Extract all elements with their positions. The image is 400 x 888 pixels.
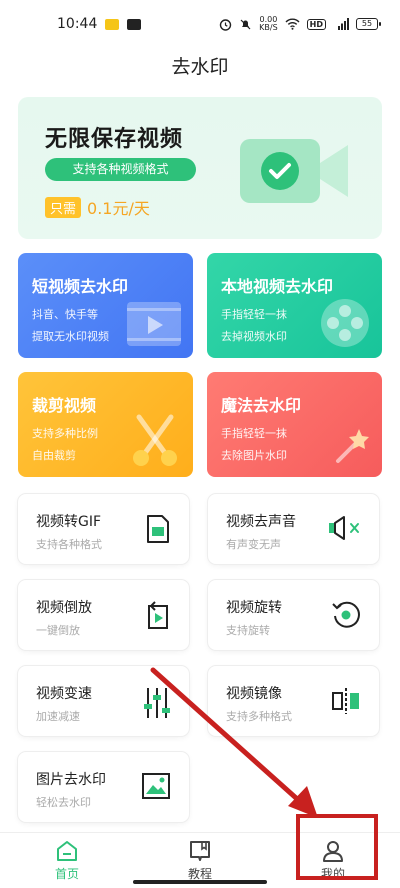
tool-reverse-video[interactable]: 视频倒放 一键倒放 [18, 580, 189, 650]
scissors-icon [133, 414, 177, 466]
speed-unit: KB/S [259, 23, 278, 32]
film-play-icon [127, 302, 181, 346]
card-title: 魔法去水印 [221, 396, 302, 415]
banner-title: 无限保存视频 [45, 127, 184, 152]
status-bar: 10:44 0.00 KB/S HD 55 [0, 0, 400, 48]
tool-subtitle: 有声变无声 [226, 538, 281, 551]
card-subtitle: 去掉视频水印 [221, 330, 287, 343]
magic-watermark-card[interactable]: 魔法去水印 手指轻轻一抹 去除图片水印 [207, 372, 382, 477]
card-subtitle: 去除图片水印 [221, 449, 287, 462]
tool-speed-video[interactable]: 视频变速 加速减速 [18, 666, 189, 736]
page-title: 去水印 [171, 56, 229, 78]
battery-icon: 55 [356, 18, 381, 30]
hd-icon: HD [306, 18, 326, 30]
notification-app-icon [105, 18, 120, 30]
tool-subtitle: 轻松去水印 [36, 796, 91, 809]
tool-title: 视频镜像 [226, 686, 282, 702]
short-video-watermark-card[interactable]: 短视频去水印 抖音、快手等 提取无水印视频 [18, 253, 193, 358]
tool-title: 视频变速 [36, 686, 92, 702]
tool-title: 视频去声音 [226, 514, 296, 530]
tiktok-notification-icon [127, 18, 142, 30]
rotate-icon [332, 601, 360, 628]
card-subtitle: 自由裁剪 [32, 449, 76, 462]
speed-icon [144, 688, 170, 718]
tool-subtitle: 支持旋转 [226, 624, 270, 637]
network-speed: 0.00 KB/S [259, 16, 278, 32]
image-icon [142, 773, 170, 799]
local-video-watermark-card[interactable]: 本地视频去水印 手指轻轻一抹 去掉视频水印 [207, 253, 382, 358]
card-subtitle: 抖音、快手等 [32, 308, 98, 321]
tool-title: 视频倒放 [36, 600, 92, 616]
home-indicator [133, 880, 267, 884]
tool-rotate-video[interactable]: 视频旋转 支持旋转 [208, 580, 379, 650]
nav-home[interactable]: 首页 [27, 839, 107, 882]
nav-tutorial[interactable]: 教程 [160, 839, 240, 882]
gif-icon [147, 515, 169, 543]
tool-title: 视频旋转 [226, 600, 282, 616]
mute-bell-icon [240, 19, 251, 29]
banner-format-pill: 支持各种视频格式 [45, 158, 196, 181]
tool-title: 图片去水印 [36, 772, 106, 788]
tool-subtitle: 支持多种格式 [226, 710, 292, 723]
price-badge: 只需 [45, 196, 82, 218]
price-text: 0.1元/天 [87, 199, 150, 218]
film-reel-icon [321, 299, 369, 347]
tool-remove-audio[interactable]: 视频去声音 有声变无声 [208, 494, 379, 564]
annotation-highlight-box [296, 814, 378, 880]
card-subtitle: 手指轻轻一抹 [221, 427, 287, 440]
banner-price: 只需 0.1元/天 [45, 195, 150, 219]
card-title: 短视频去水印 [32, 277, 129, 296]
mute-icon [329, 516, 359, 540]
tool-video-to-gif[interactable]: 视频转GIF 支持各种格式 [18, 494, 189, 564]
reverse-icon [148, 601, 168, 629]
card-subtitle: 手指轻轻一抹 [221, 308, 287, 321]
card-subtitle: 支持多种比例 [32, 427, 98, 440]
tool-mirror-video[interactable]: 视频镜像 支持多种格式 [208, 666, 379, 736]
magic-wand-icon [336, 429, 369, 463]
alarm-icon [219, 18, 232, 31]
nav-home-label: 首页 [54, 867, 79, 881]
vip-banner[interactable]: 无限保存视频 支持各种视频格式 只需 0.1元/天 [18, 97, 382, 239]
tool-image-watermark[interactable]: 图片去水印 轻松去水印 [18, 752, 189, 822]
mirror-icon [332, 688, 359, 714]
book-icon [190, 841, 210, 861]
wifi-icon [285, 18, 300, 30]
crop-video-card[interactable]: 裁剪视频 支持多种比例 自由裁剪 [18, 372, 193, 477]
status-time: 10:44 [57, 16, 98, 32]
card-title: 裁剪视频 [32, 396, 97, 415]
card-subtitle: 提取无水印视频 [32, 330, 109, 343]
tool-subtitle: 加速减速 [36, 710, 80, 723]
tool-subtitle: 一键倒放 [36, 624, 80, 637]
tool-title: 视频转GIF [36, 514, 102, 530]
tool-subtitle: 支持各种格式 [36, 538, 102, 551]
nav-tutorial-label: 教程 [187, 867, 212, 881]
signal-icon [338, 18, 349, 30]
home-icon [57, 841, 77, 861]
card-title: 本地视频去水印 [221, 277, 334, 296]
video-check-icon [240, 139, 348, 203]
